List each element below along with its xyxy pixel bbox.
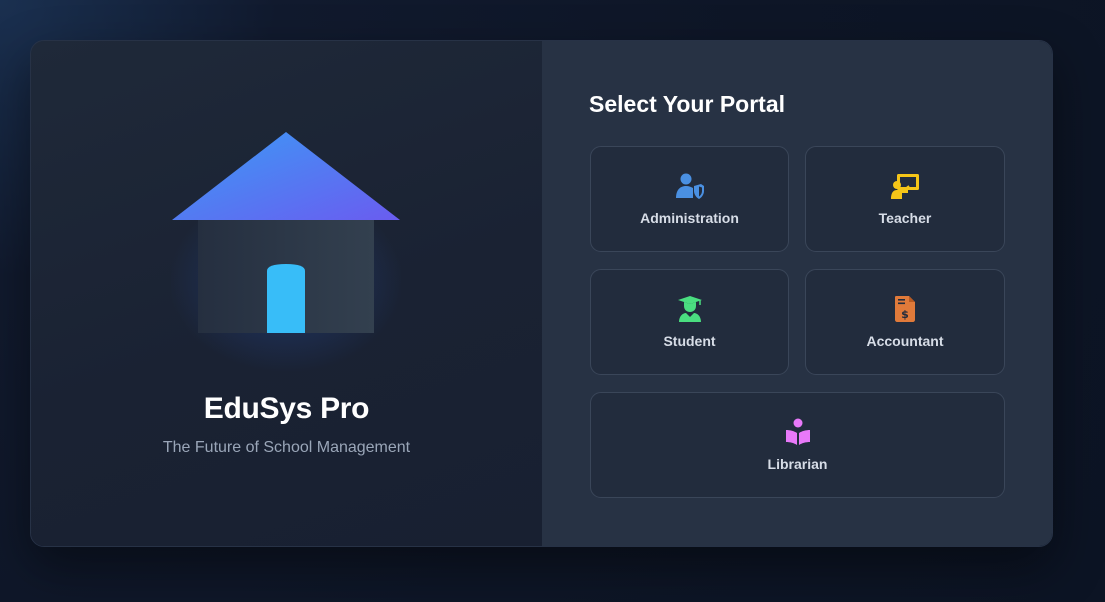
brand-panel: EduSys Pro The Future of School Manageme… [31,41,542,546]
portal-option-label: Librarian [767,456,828,472]
portal-option-teacher[interactable]: Teacher [805,146,1005,252]
portal-option-administration[interactable]: Administration [590,146,789,252]
portal-option-label: Accountant [866,333,944,349]
user-shield-icon [675,173,704,199]
file-invoice-dollar-icon: $ [895,296,915,322]
svg-text:$: $ [901,308,909,321]
portal-option-label: Administration [640,210,739,226]
portal-option-accountant[interactable]: $ Accountant [805,269,1005,375]
portal-option-student[interactable]: Student [590,269,789,375]
brand-tagline: The Future of School Management [162,439,411,456]
user-graduate-icon [677,296,702,322]
book-reader-icon [785,418,810,445]
brand-title: EduSys Pro [203,392,370,425]
school-house-icon [172,132,400,333]
login-card: EduSys Pro The Future of School Manageme… [30,40,1053,547]
portal-option-label: Teacher [878,210,932,226]
portal-heading: Select Your Portal [589,91,785,117]
chalkboard-teacher-icon [891,174,919,199]
portal-option-librarian[interactable]: Librarian [590,392,1005,498]
portal-panel: Select Your Portal Administration Teache… [542,41,1052,546]
portal-option-label: Student [663,333,716,349]
school-logo [171,131,401,371]
